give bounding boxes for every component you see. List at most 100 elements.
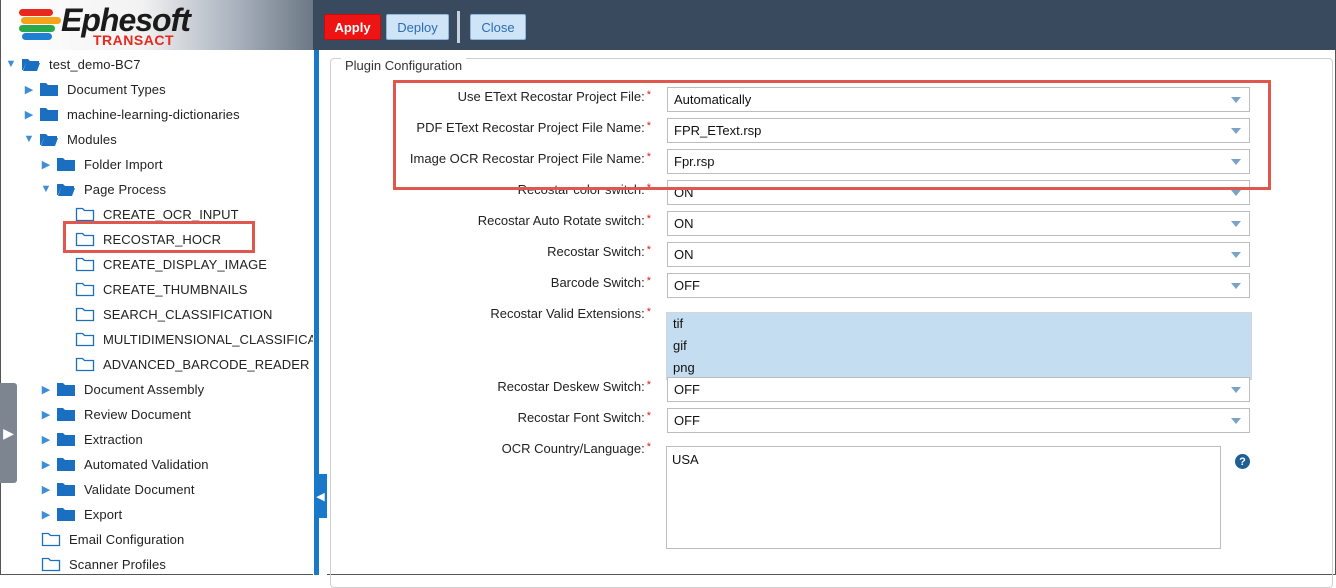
tree-node-scanner-profiles[interactable]: Scanner Profiles (41, 553, 166, 574)
tree-label: Folder Import (84, 156, 163, 172)
collapsed-arrow-icon[interactable]: ▶ (40, 482, 52, 496)
folder-icon (40, 83, 58, 96)
panel-splitter[interactable]: ◀ (313, 0, 327, 575)
tree-node-document-types[interactable]: ▶ Document Types (23, 78, 166, 100)
expand-panel-handle[interactable]: ▶ (0, 383, 17, 483)
tree-node-advanced-barcode-reader[interactable]: ADVANCED_BARCODE_READER (75, 353, 310, 375)
field-label-barcode-switch: Barcode Switch: * (550, 275, 651, 290)
tree-label: Document Types (67, 81, 166, 97)
folder-icon (57, 408, 75, 421)
folder-outline-icon (75, 357, 95, 372)
top-toolbar: Apply Deploy Close (313, 0, 1336, 50)
tree-label: Email Configuration (69, 531, 185, 547)
tree-node-multidimensional-classification[interactable]: MULTIDIMENSIONAL_CLASSIFICA (75, 328, 313, 350)
tree-label: ADVANCED_BARCODE_READER (103, 356, 310, 372)
fieldset-legend: Plugin Configuration (341, 58, 467, 73)
tree-node-root[interactable]: ▼ test_demo-BC7 (5, 53, 141, 75)
tree-label: Extraction (84, 431, 143, 447)
tree-label: SEARCH_CLASSIFICATION (103, 306, 273, 322)
list-option-gif[interactable]: gif (667, 335, 1251, 357)
tree-label: Document Assembly (84, 381, 205, 397)
folder-outline-icon (75, 307, 95, 322)
folder-icon (57, 433, 75, 446)
tree-label: CREATE_THUMBNAILS (103, 281, 248, 297)
expanded-arrow-icon[interactable]: ▼ (23, 132, 35, 146)
tree-node-modules[interactable]: ▼ Modules (23, 128, 117, 150)
open-folder-icon (57, 184, 75, 196)
highlighted-fields-box (393, 80, 1271, 190)
tree-node-review-document[interactable]: ▶ Review Document (40, 403, 191, 425)
selected-node-highlight (63, 221, 255, 253)
folder-icon (57, 383, 75, 396)
collapsed-arrow-icon[interactable]: ▶ (40, 507, 52, 521)
folder-outline-icon (41, 532, 61, 547)
dropdown-caret-icon (1231, 252, 1241, 258)
tree-node-export[interactable]: ▶ Export (40, 503, 122, 525)
field-label-valid-extensions: Recostar Valid Extensions: * (490, 306, 651, 321)
tree-node-create-thumbnails[interactable]: CREATE_THUMBNAILS (75, 278, 247, 300)
folder-icon (57, 458, 75, 471)
folder-outline-icon (41, 557, 61, 572)
navigation-panel: Ephesoft TRANSACT ▼ test_demo-BC7 ▶ Docu… (0, 0, 313, 575)
list-option-tif[interactable]: tif (667, 313, 1251, 335)
ocr-language-textarea[interactable]: USA (666, 446, 1221, 549)
deskew-switch-select[interactable]: OFF (667, 377, 1250, 402)
folder-icon (57, 158, 75, 171)
tree-label: test_demo-BC7 (49, 56, 141, 72)
collapsed-arrow-icon[interactable]: ▶ (23, 107, 35, 121)
auto-rotate-select[interactable]: ON (667, 211, 1250, 236)
list-option-png[interactable]: png (667, 357, 1251, 379)
collapsed-arrow-icon[interactable]: ▶ (40, 407, 52, 421)
collapsed-arrow-icon[interactable]: ▶ (40, 457, 52, 471)
folder-outline-icon (75, 332, 95, 347)
tree-node-automated-validation[interactable]: ▶ Automated Validation (40, 453, 209, 475)
tree-node-validate-document[interactable]: ▶ Validate Document (40, 478, 195, 500)
folder-icon (40, 108, 58, 121)
tree-node-ml-dictionaries[interactable]: ▶ machine-learning-dictionaries (23, 103, 240, 125)
collapse-panel-toggle[interactable]: ◀ (314, 474, 327, 518)
tree-label: Page Process (84, 181, 167, 197)
folder-icon (57, 483, 75, 496)
valid-extensions-listbox[interactable]: tif gif png (666, 312, 1252, 380)
ephesoft-logo: Ephesoft TRANSACT (1, 0, 313, 50)
logo-mark-icon (19, 7, 61, 43)
expanded-arrow-icon[interactable]: ▼ (5, 57, 17, 71)
folder-outline-icon (75, 257, 95, 272)
deploy-button[interactable]: Deploy (386, 14, 449, 40)
field-label-auto-rotate: Recostar Auto Rotate switch: * (477, 213, 651, 228)
chevron-right-icon: ▶ (3, 424, 14, 441)
plugin-configuration-panel: Plugin Configuration Use EText Recostar … (327, 50, 1336, 588)
apply-button[interactable]: Apply (324, 14, 381, 40)
folder-outline-icon (75, 282, 95, 297)
close-button[interactable]: Close (470, 14, 526, 40)
tree-label: Scanner Profiles (69, 556, 166, 572)
font-switch-select[interactable]: OFF (667, 408, 1250, 433)
tree-label: Modules (67, 131, 117, 147)
tree-label: MULTIDIMENSIONAL_CLASSIFICA (103, 331, 313, 347)
recostar-switch-select[interactable]: ON (667, 242, 1250, 267)
tree-label: CREATE_DISPLAY_IMAGE (103, 256, 268, 272)
tree-node-document-assembly[interactable]: ▶ Document Assembly (40, 378, 204, 400)
dropdown-caret-icon (1231, 221, 1241, 227)
tree-label: Validate Document (84, 481, 195, 497)
folder-icon (57, 508, 75, 521)
collapsed-arrow-icon[interactable]: ▶ (40, 157, 52, 171)
tree-node-extraction[interactable]: ▶ Extraction (40, 428, 143, 450)
tree-label: Export (84, 506, 123, 522)
dropdown-caret-icon (1231, 190, 1241, 196)
collapsed-arrow-icon[interactable]: ▶ (40, 382, 52, 396)
dropdown-caret-icon (1231, 283, 1241, 289)
tree-label: machine-learning-dictionaries (67, 106, 240, 122)
tree-label: CREATE_OCR_INPUT (103, 206, 239, 222)
tree-node-folder-import[interactable]: ▶ Folder Import (40, 153, 163, 175)
barcode-switch-select[interactable]: OFF (667, 273, 1250, 298)
folder-outline-icon (75, 207, 95, 222)
tree-node-search-classification[interactable]: SEARCH_CLASSIFICATION (75, 303, 272, 325)
collapsed-arrow-icon[interactable]: ▶ (23, 82, 35, 96)
collapsed-arrow-icon[interactable]: ▶ (40, 432, 52, 446)
expanded-arrow-icon[interactable]: ▼ (40, 182, 52, 196)
tree-node-create-display-image[interactable]: CREATE_DISPLAY_IMAGE (75, 253, 267, 275)
tree-node-page-process[interactable]: ▼ Page Process (40, 178, 166, 200)
help-icon[interactable]: ? (1235, 454, 1250, 469)
tree-node-email-configuration[interactable]: Email Configuration (41, 528, 184, 550)
